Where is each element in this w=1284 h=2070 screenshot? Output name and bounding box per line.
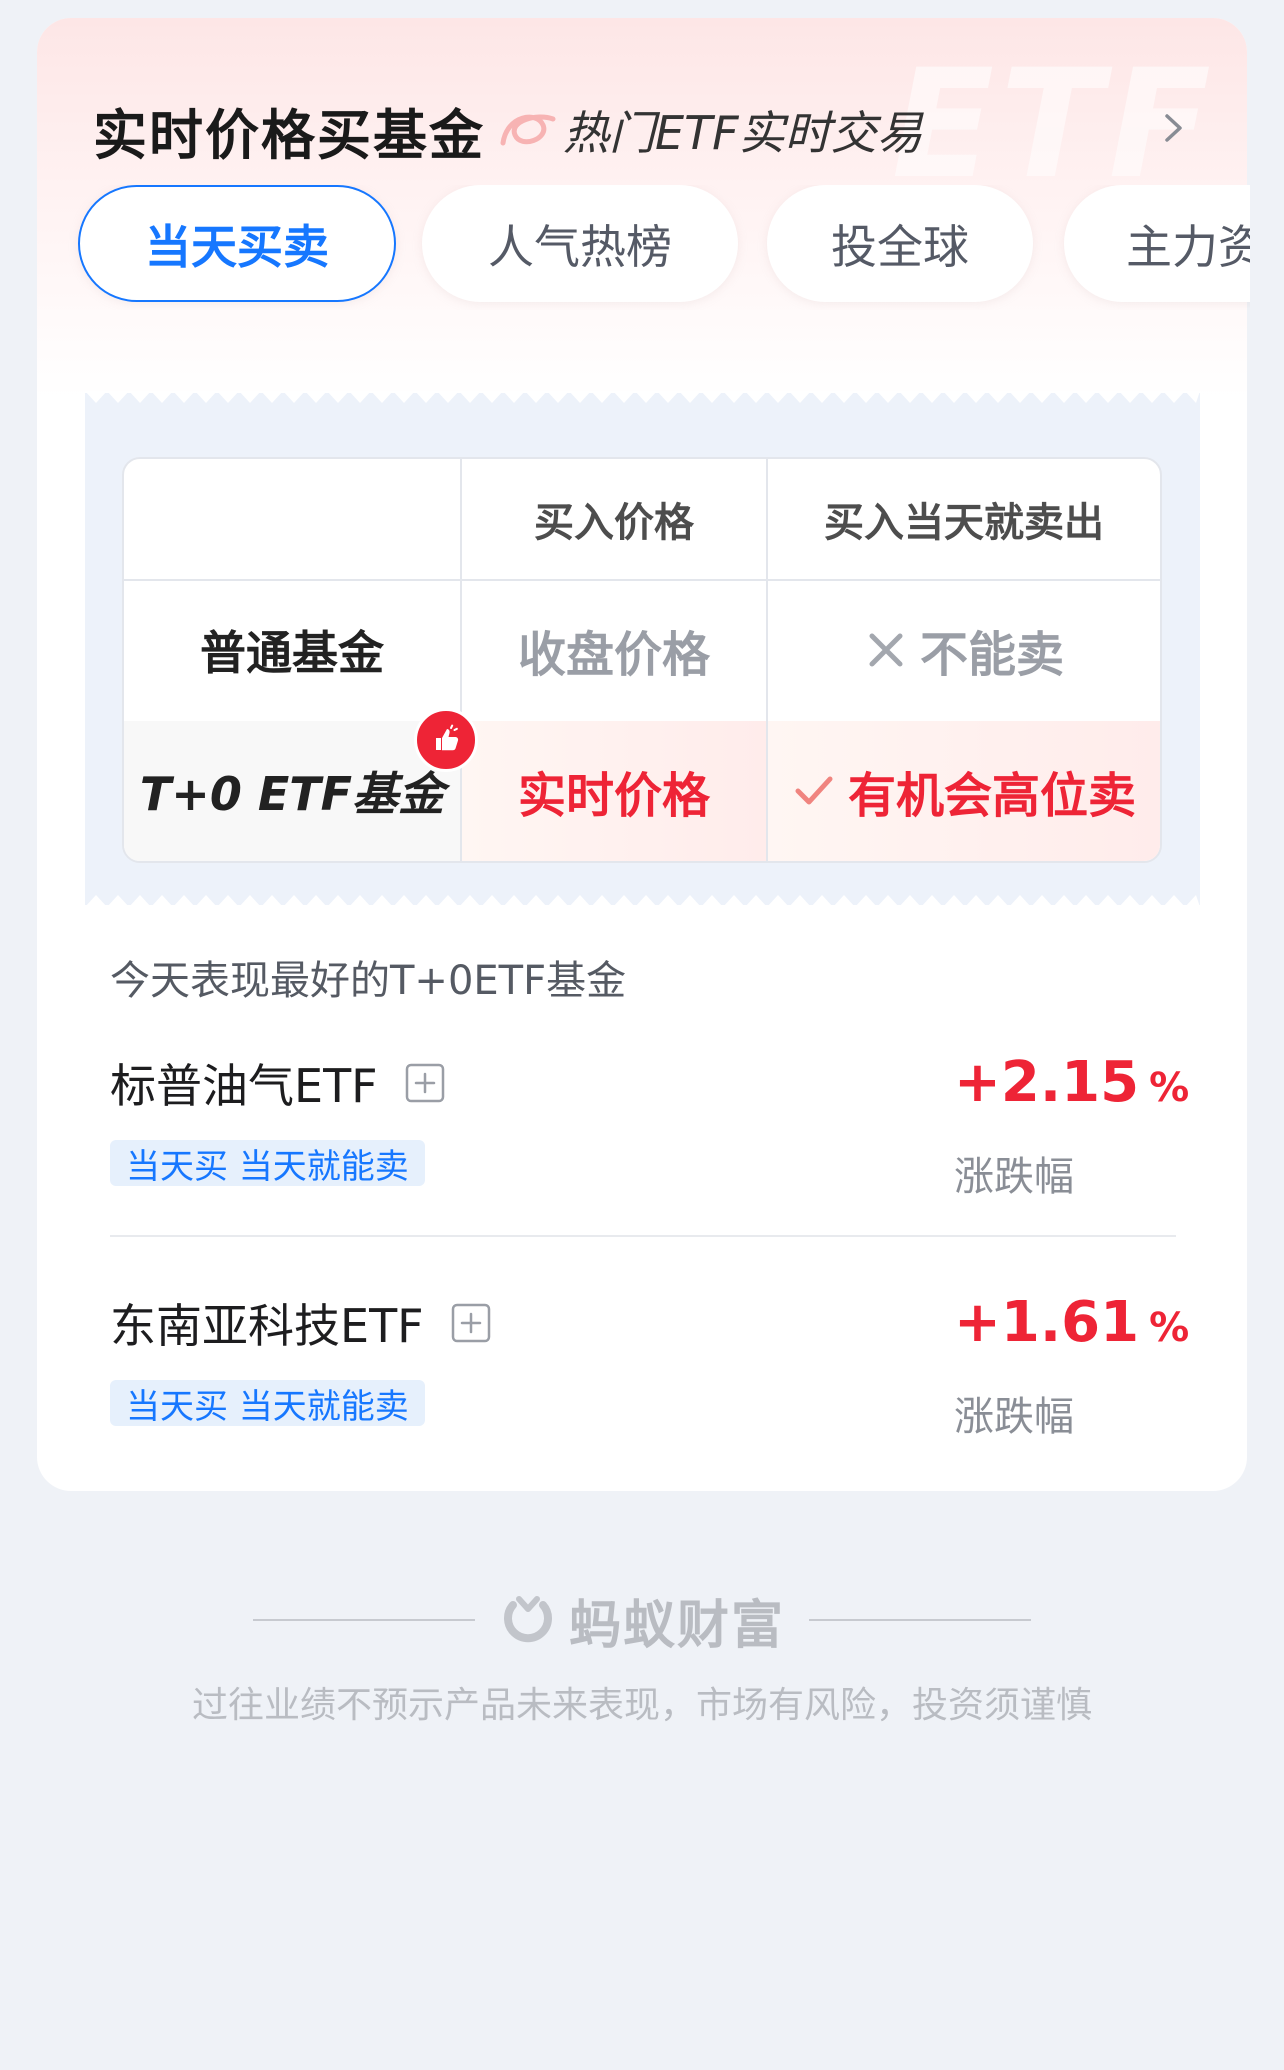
fund-name: 东南亚科技ETF (110, 1299, 424, 1353)
fund-tag: 当天买 当天就能卖 (110, 1140, 425, 1187)
brand-divider-left (252, 1619, 475, 1621)
table-header-row: 买入价格 买入当天就卖出 (124, 459, 1160, 581)
fund-change-unit: % (1149, 1065, 1190, 1111)
footer: 蚂蚁财富 过往业绩不预示产品未来表现，市场有风险，投资须谨慎 (0, 1580, 1284, 1800)
fund-change-label: 涨跌幅 (954, 1154, 1074, 1200)
fund-tag: 当天买 当天就能卖 (110, 1380, 425, 1427)
fund-name-row: 东南亚科技ETF (110, 1290, 492, 1356)
ant-fortune-logo-icon (503, 1596, 552, 1643)
fund-change-value: +2.15 (954, 1050, 1140, 1115)
t0-etf-label-text: T+0 ETF基金 (139, 767, 445, 821)
fund-divider (110, 1235, 1176, 1237)
t0-etf-label-cell: T+0 ETF基金 (124, 708, 479, 861)
add-watchlist-icon[interactable] (404, 1062, 446, 1104)
comparison-panel: 买入价格 买入当天就卖出 普通基金 收盘价格 不能卖 T+0 ETF基金 实时价… (85, 391, 1200, 907)
fund-name-row: 标普油气ETF (110, 1050, 446, 1116)
zigzag-edge-top (85, 391, 1200, 403)
table-header-buy-price: 买入价格 (462, 459, 768, 579)
check-icon (795, 776, 833, 805)
brand-name: 蚂蚁财富 (568, 1595, 785, 1656)
fund-change-value: +1.61 (954, 1290, 1140, 1355)
t0-etf-sell: 有机会高位卖 (768, 721, 1160, 861)
fund-change: +2.15 % (954, 1050, 1189, 1120)
tab-popular[interactable]: 人气热榜 (422, 185, 738, 302)
table-header-same-day-sell: 买入当天就卖出 (824, 500, 1104, 546)
regular-fund-label: 普通基金 (124, 579, 462, 721)
t0-etf-price: 实时价格 (462, 721, 768, 861)
brand-row: 蚂蚁财富 (0, 1580, 1284, 1660)
fund-item[interactable]: 标普油气ETF 当天买 当天就能卖 +2.15 % 涨跌幅 (72, 1050, 1189, 1250)
tab-same-day-trade[interactable]: 当天买卖 (78, 185, 396, 302)
add-watchlist-icon[interactable] (450, 1302, 492, 1344)
regular-fund-sell-text: 不能卖 (919, 627, 1064, 683)
fund-change: +1.61 % (954, 1290, 1189, 1360)
brand-divider-right (809, 1619, 1031, 1621)
table-header-empty (124, 459, 462, 579)
x-icon (869, 633, 903, 667)
regular-fund-sell: 不能卖 (768, 579, 1160, 721)
zigzag-edge-bottom (85, 895, 1200, 907)
category-tabs: 当天买卖 人气热榜 投全球 主力资 (40, 185, 1250, 310)
top-funds-section-title: 今天表现最好的T+0ETF基金 (110, 958, 627, 1004)
card-subtitle: 热门ETF实时交易 (563, 106, 923, 160)
comparison-table: 买入价格 买入当天就卖出 普通基金 收盘价格 不能卖 T+0 ETF基金 实时价… (122, 457, 1162, 863)
card-title-row[interactable]: 实时价格买基金 热门ETF实时交易 (93, 90, 1207, 170)
risk-disclaimer: 过往业绩不预示产品未来表现，市场有风险，投资须谨慎 (191, 1685, 1092, 1726)
regular-fund-price: 收盘价格 (462, 579, 768, 721)
brand: 蚂蚁财富 (499, 1583, 785, 1658)
t0-etf-label: T+0 ETF基金 (139, 708, 479, 824)
t0-etf-sell-text: 有机会高位卖 (847, 768, 1136, 824)
card-title: 实时价格买基金 (93, 103, 485, 167)
thumbs-up-icon (414, 708, 479, 772)
swirl-decoration-icon (500, 114, 556, 146)
fund-name: 标普油气ETF (110, 1059, 378, 1113)
fund-item[interactable]: 东南亚科技ETF 当天买 当天就能卖 +1.61 % 涨跌幅 (72, 1290, 1189, 1490)
fund-change-unit: % (1149, 1305, 1190, 1351)
fund-change-label: 涨跌幅 (954, 1394, 1074, 1440)
table-row-t0-etf: T+0 ETF基金 实时价格 有机会高位卖 (124, 708, 1160, 861)
tab-main-funds[interactable]: 主力资 (1064, 185, 1250, 302)
table-row-regular-fund: 普通基金 收盘价格 不能卖 (124, 579, 1160, 723)
tab-global[interactable]: 投全球 (767, 185, 1033, 302)
chevron-right-icon[interactable] (1153, 108, 1193, 148)
